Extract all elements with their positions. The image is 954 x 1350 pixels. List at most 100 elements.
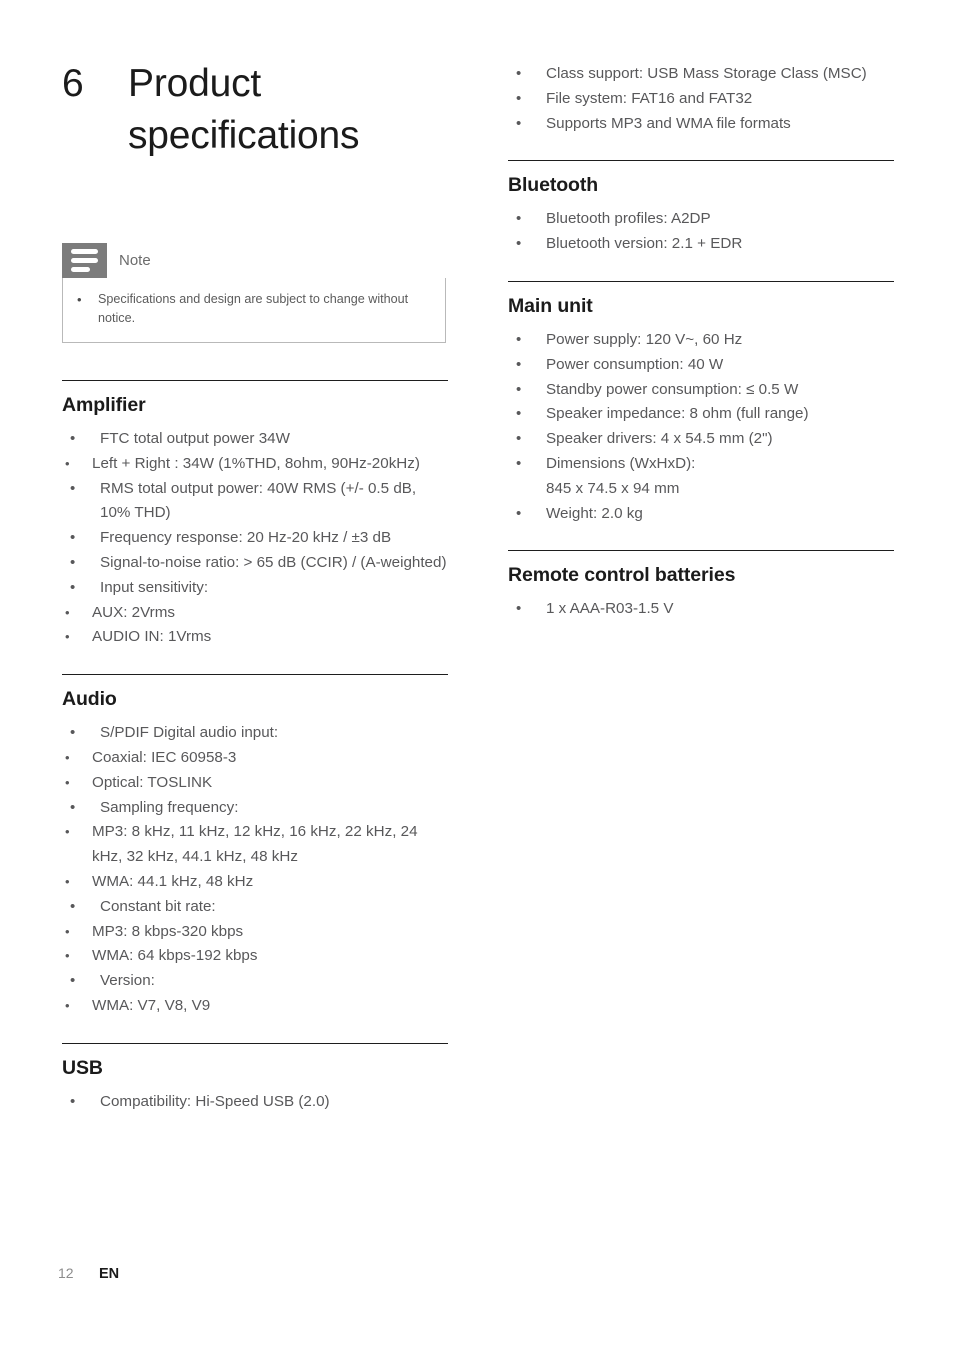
- spec-text: Optical: TOSLINK: [92, 773, 213, 791]
- spec-sub-list-item: • WMA: 64 kbps-192 kbps: [62, 944, 448, 969]
- left-column: Amplifier • FTC total output power 34W • Lef…: [62, 380, 448, 1139]
- spec-text: Supports MP3 and WMA file formats: [546, 114, 791, 132]
- spec-text: Power supply: 120 V~, 60 Hz: [546, 330, 743, 348]
- spec-text: MP3: 8 kHz, 11 kHz, 12 kHz, 16 kHz, 22 k…: [92, 823, 418, 866]
- spec-text: Compatibility: Hi-Speed USB (2.0): [100, 1092, 330, 1110]
- section-heading: Audio: [62, 688, 117, 711]
- spec-text: Bluetooth version: 2.1 + EDR: [546, 235, 743, 253]
- spec-sub-list: • WMA: V7, V8, V9: [62, 994, 448, 1019]
- bullet-glyph: •: [70, 479, 76, 497]
- spec-sub-list: • Coaxial: IEC 60958-3 • Optical: TOSLINK: [62, 746, 448, 796]
- footer-page-number: 12: [58, 1265, 74, 1281]
- bullet-glyph: •: [70, 529, 76, 547]
- spec-list-item: • S/PDIF Digital audio input:: [62, 721, 448, 746]
- spec-list-item: • Signal-to-noise ratio: > 65 dB (CCIR) /…: [62, 551, 448, 576]
- spec-sub-list-item: • Optical: TOSLINK: [62, 771, 448, 796]
- spec-list-item: • FTC total output power 34W: [62, 427, 448, 452]
- spec-text: Sampling frequency:: [100, 798, 239, 816]
- section-heading: Remote control batteries: [508, 564, 736, 587]
- spec-text: 1 x AAA-R03-1.5 V: [546, 600, 674, 618]
- spec-list-item: • Class support: USB Mass Storage Class (…: [508, 62, 894, 87]
- spec-text: Bluetooth profiles: A2DP: [546, 210, 711, 228]
- note-text: Specifications and design are subject to…: [98, 292, 409, 325]
- bullet-glyph: •: [65, 948, 70, 964]
- spec-list-item: • Speaker drivers: 4 x 54.5 mm (2"): [508, 427, 894, 452]
- bullet-glyph: •: [70, 430, 76, 447]
- spec-text: Weight: 2.0 kg: [546, 504, 643, 522]
- spec-text: AUDIO IN: 1Vrms: [92, 628, 212, 646]
- spec-sub-list: • AUX: 2Vrms • AUDIO IN: 1Vrms: [62, 601, 448, 651]
- bullet-glyph: •: [70, 798, 76, 816]
- spec-text: Signal-to-noise ratio: > 65 dB (CCIR) / …: [100, 553, 447, 571]
- spec-list-item: • Weight: 2.0 kg: [508, 502, 894, 527]
- spec-text: Speaker drivers: 4 x 54.5 mm (2"): [546, 430, 773, 448]
- bullet-glyph: •: [70, 553, 76, 571]
- bullet-glyph: •: [70, 1092, 76, 1110]
- bullet-glyph: •: [516, 330, 522, 348]
- bullet-glyph: •: [70, 972, 76, 990]
- spec-list: • 1 x AAA-R03-1.5 V: [508, 597, 894, 622]
- spec-list-item: • Compatibility: Hi-Speed USB (2.0): [62, 1090, 448, 1115]
- spec-list-item: • Power supply: 120 V~, 60 Hz: [508, 328, 894, 353]
- spec-sub-list-item: • MP3: 8 kHz, 11 kHz, 12 kHz, 16 kHz, 22 …: [62, 820, 448, 870]
- spec-section: Main unit • Power supply: 120 V~, 60 Hz • Po…: [508, 280, 894, 550]
- spec-text: FTC total output power 34W: [100, 430, 290, 447]
- spec-sub-list-item: • AUX: 2Vrms: [62, 601, 448, 626]
- spec-section: Amplifier • FTC total output power 34W • Lef…: [62, 380, 448, 674]
- bullet-glyph: •: [516, 210, 522, 228]
- spec-list-item: • Input sensitivity:: [62, 576, 448, 601]
- spec-list: • S/PDIF Digital audio input: • Coaxial: IE…: [62, 721, 448, 1019]
- spec-sub-list-item: • MP3: 8 kbps-320 kbps: [62, 920, 448, 945]
- spec-list-item: • Version:: [62, 969, 448, 994]
- spec-text: Input sensitivity:: [100, 578, 209, 596]
- spec-sub-list-item: • WMA: V7, V8, V9: [62, 994, 448, 1019]
- bullet-glyph: •: [65, 629, 70, 645]
- right-column: • Class support: USB Mass Storage Class (…: [508, 62, 894, 646]
- note-list-item: • Specifications and design are subject …: [77, 290, 431, 328]
- spec-sub-list-item: • Left + Right : 34W (1%THD, 8ohm, 90Hz-2…: [62, 452, 448, 477]
- spec-sub-list: • MP3: 8 kbps-320 kbps • WMA: 64 kbps-192 k…: [62, 920, 448, 970]
- spec-list: • Power supply: 120 V~, 60 Hz • Power consu…: [508, 328, 894, 526]
- spec-text: Frequency response: 20 Hz-20 kHz / ±3 dB: [100, 529, 392, 547]
- spec-text: Class support: USB Mass Storage Class (M…: [546, 65, 867, 82]
- spec-text: MP3: 8 kbps-320 kbps: [92, 922, 244, 940]
- bullet-glyph: •: [65, 824, 70, 840]
- section-heading: USB: [62, 1056, 103, 1079]
- section-heading: Bluetooth: [508, 174, 599, 197]
- bullet-glyph: •: [516, 504, 522, 522]
- spec-text: RMS total output power: 40W RMS (+/- 0.5…: [100, 479, 417, 522]
- spec-text: File system: FAT16 and FAT32: [546, 89, 753, 107]
- spec-section: Remote control batteries • 1 x AAA-R03-1.5…: [508, 550, 894, 646]
- spec-list: • Compatibility: Hi-Speed USB (2.0): [62, 1090, 448, 1115]
- spec-text: Standby power consumption: ≤ 0.5 W: [546, 380, 799, 398]
- spec-text: Constant bit rate:: [100, 897, 216, 915]
- bullet-glyph: •: [516, 65, 522, 82]
- footer-language: EN: [99, 1266, 120, 1282]
- bullet-glyph: •: [516, 235, 522, 253]
- bullet-glyph: •: [516, 405, 522, 423]
- spec-text: Version:: [100, 972, 155, 990]
- spec-list-item: • Standby power consumption: ≤ 0.5 W: [508, 378, 894, 403]
- spec-text: WMA: 44.1 kHz, 48 kHz: [92, 872, 254, 890]
- spec-list-item: • Constant bit rate:: [62, 895, 448, 920]
- document-page: 6 Product specifications Note • Specific…: [0, 0, 954, 1350]
- spec-list-item: • Speaker impedance: 8 ohm (full range): [508, 402, 894, 427]
- spec-list-item: • Bluetooth version: 2.1 + EDR: [508, 232, 894, 257]
- section-heading: Main unit: [508, 294, 593, 317]
- spec-list: • FTC total output power 34W • Left + Right…: [62, 427, 448, 650]
- bullet-glyph: •: [65, 774, 70, 790]
- spec-text: Dimensions (WxHxD): 845 x 74.5 x 94 mm: [546, 454, 696, 497]
- continued-spec-list: • Class support: USB Mass Storage Class (…: [508, 62, 894, 136]
- spec-section: USB • Compatibility: Hi-Speed USB (2.0): [62, 1042, 448, 1139]
- note-callout: Note • Specifications and design are sub…: [62, 243, 446, 343]
- bullet-glyph: •: [77, 292, 82, 307]
- spec-sub-list-item: • Coaxial: IEC 60958-3: [62, 746, 448, 771]
- spec-text: Speaker impedance: 8 ohm (full range): [546, 405, 809, 423]
- bullet-glyph: •: [65, 749, 70, 765]
- bullet-glyph: •: [65, 923, 70, 939]
